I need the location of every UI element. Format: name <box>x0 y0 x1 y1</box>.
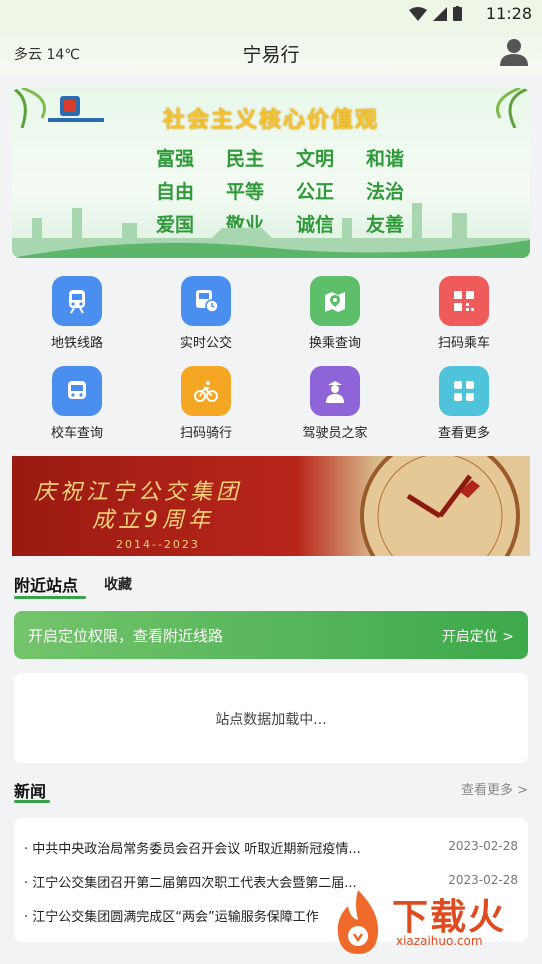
status-icons <box>409 6 462 21</box>
driver-icon <box>310 366 360 416</box>
promo-years: 2014--2023 <box>116 538 200 551</box>
news-title-underline <box>14 800 50 803</box>
quick-action-label: 扫码骑行 <box>179 426 232 441</box>
news-item-date: 2023-02-28 <box>448 839 518 853</box>
clock-illustration <box>360 456 520 556</box>
tab-nearby-stations[interactable]: 附近站点 <box>14 572 86 599</box>
quick-action-label: 实时公交 <box>179 336 232 351</box>
city-skyline-illustration <box>12 203 530 258</box>
anniversary-banner[interactable]: 庆祝江宁公交集团 成立9周年 2014--2023 <box>12 456 530 556</box>
news-item-title: · 中共中央政治局常务委员会召开会议 听取近期新冠疫情... <box>24 842 361 857</box>
location-permission-bar[interactable]: 开启定位权限，查看附近线路 开启定位 > <box>14 611 528 659</box>
enable-location-button[interactable]: 开启定位 > <box>442 626 514 646</box>
core-values-banner[interactable]: 社会主义核心价值观 富强 民主 文明 和谐 自由 平等 公正 法治 爱国 敬业 … <box>12 88 530 258</box>
quick-action-metro-lines[interactable]: 地铁线路 <box>12 276 142 351</box>
top-bar: 多云 14℃ 宁易行 <box>0 28 542 76</box>
quick-action-view-more[interactable]: 查看更多 <box>399 366 529 441</box>
signal-icon <box>433 6 447 21</box>
status-bar: 11:28 <box>0 0 542 28</box>
quick-action-label: 驾驶员之家 <box>302 426 368 441</box>
quick-action-realtime-bus[interactable]: 实时公交 <box>141 276 271 351</box>
core-value: 民主 <box>225 148 264 170</box>
clock: 11:28 <box>485 4 532 23</box>
qrcode-icon <box>439 276 489 326</box>
tab-underline <box>14 596 86 599</box>
news-header: 新闻 查看更多 > <box>14 778 528 808</box>
bus-clock-icon <box>181 276 231 326</box>
user-avatar-icon[interactable] <box>498 36 530 68</box>
metro-icon <box>52 276 102 326</box>
core-value: 和谐 <box>365 148 404 170</box>
nearby-stations-panel: 站点数据加载中... <box>14 673 528 763</box>
news-more-link[interactable]: 查看更多 > <box>461 779 528 798</box>
quick-action-label: 地铁线路 <box>50 336 103 351</box>
tab-label: 附近站点 <box>14 576 79 595</box>
more-grid-icon <box>439 366 489 416</box>
news-item[interactable]: · 中共中央政治局常务委员会召开会议 听取近期新冠疫情... 2023-02-2… <box>24 838 518 862</box>
tab-favorites[interactable]: 收藏 <box>104 574 132 594</box>
wifi-icon <box>409 6 427 21</box>
quick-action-transfer-query[interactable]: 换乘查询 <box>270 276 400 351</box>
quick-actions-grid: 地铁线路 实时公交 换乘查询 扫码乘车 校车查询 扫码骑行 驾驶员之家 查看更多 <box>0 270 542 450</box>
watermark-text: 下载火 <box>392 897 507 938</box>
core-value: 富强 <box>155 148 194 170</box>
quick-action-label: 校车查询 <box>50 426 103 441</box>
quick-action-label: 查看更多 <box>437 426 490 441</box>
watermark-url: xiazaihuo.com <box>396 934 483 948</box>
bicycle-icon <box>181 366 231 416</box>
site-watermark: 下载火 xiazaihuo.com <box>324 884 542 964</box>
banner-headline: 社会主义核心价值观 <box>162 108 379 133</box>
quick-action-scan-cycling[interactable]: 扫码骑行 <box>141 366 271 441</box>
school-bus-icon <box>52 366 102 416</box>
flame-logo-icon <box>337 890 379 954</box>
map-pin-icon <box>310 276 360 326</box>
battery-icon <box>453 6 462 21</box>
quick-action-driver-home[interactable]: 驾驶员之家 <box>270 366 400 441</box>
app-title: 宁易行 <box>242 44 300 66</box>
location-prompt-text: 开启定位权限，查看附近线路 <box>28 627 224 645</box>
quick-action-scan-ride[interactable]: 扫码乘车 <box>399 276 529 351</box>
quick-action-label: 换乘查询 <box>308 336 361 351</box>
quick-action-label: 扫码乘车 <box>437 336 490 351</box>
core-value: 文明 <box>295 148 334 170</box>
news-title: 新闻 <box>14 782 47 801</box>
promo-line-2: 成立9周年 <box>92 508 214 533</box>
loading-message: 站点数据加载中... <box>215 712 327 728</box>
quick-action-school-bus[interactable]: 校车查询 <box>12 366 142 441</box>
